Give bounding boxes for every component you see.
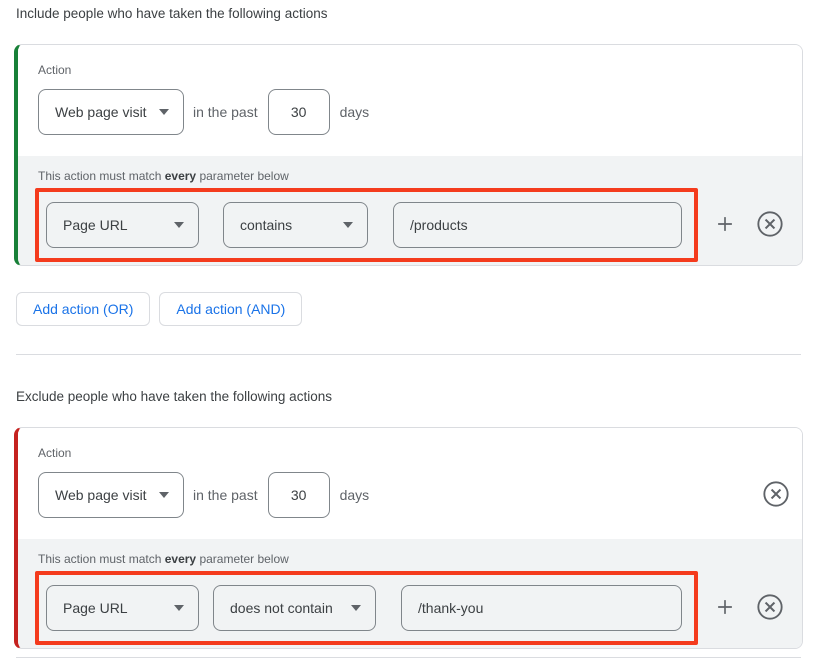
action-type-select[interactable]: Web page visit	[38, 472, 184, 518]
circle-x-icon	[756, 210, 784, 241]
chevron-down-icon	[343, 222, 353, 228]
include-parameter-section: This action must match every parameter b…	[18, 156, 802, 265]
action-label: Action	[38, 446, 782, 460]
exclude-action-card: Action Web page visit in the past days	[14, 427, 803, 649]
param-operator-value: contains	[240, 217, 292, 233]
section-divider	[16, 354, 801, 355]
action-type-select[interactable]: Web page visit	[38, 89, 184, 135]
days-label: days	[340, 104, 370, 120]
add-action-and-button[interactable]: Add action (AND)	[159, 292, 302, 326]
add-action-buttons: Add action (OR) Add action (AND)	[16, 292, 803, 326]
exclude-action-top: Action Web page visit in the past days	[18, 428, 802, 539]
param-operator-select[interactable]: contains	[223, 202, 368, 248]
match-every-text: This action must match every parameter b…	[38, 169, 792, 183]
include-parameter-row: Page URL contains	[35, 188, 792, 262]
param-field-select[interactable]: Page URL	[46, 585, 199, 631]
add-parameter-button[interactable]	[714, 213, 736, 238]
exclude-action-row: Web page visit in the past days	[38, 472, 782, 518]
chevron-down-icon	[174, 605, 184, 611]
param-value-input[interactable]	[401, 585, 682, 631]
audience-builder: Include people who have taken the follow…	[0, 0, 817, 658]
chevron-down-icon	[174, 222, 184, 228]
days-label: days	[340, 487, 370, 503]
in-the-past-label: in the past	[193, 104, 258, 120]
action-type-value: Web page visit	[55, 104, 147, 120]
days-input[interactable]	[268, 89, 330, 135]
param-field-select[interactable]: Page URL	[46, 202, 199, 248]
circle-x-icon	[756, 593, 784, 624]
match-every-text: This action must match every parameter b…	[38, 552, 792, 566]
circle-x-icon	[762, 480, 790, 511]
include-action-row: Web page visit in the past days	[38, 89, 782, 135]
remove-exclude-action-button[interactable]	[762, 480, 790, 511]
plus-icon	[714, 596, 736, 621]
bottom-divider	[16, 657, 801, 658]
remove-action-button[interactable]	[756, 593, 784, 624]
param-field-value: Page URL	[63, 217, 128, 233]
action-label: Action	[38, 63, 782, 77]
param-operator-value: does not contain	[230, 600, 333, 616]
in-the-past-label: in the past	[193, 487, 258, 503]
days-input[interactable]	[268, 472, 330, 518]
chevron-down-icon	[351, 605, 361, 611]
param-operator-select[interactable]: does not contain	[213, 585, 376, 631]
remove-action-button[interactable]	[756, 210, 784, 241]
include-section-header: Include people who have taken the follow…	[16, 6, 803, 21]
add-parameter-button[interactable]	[714, 596, 736, 621]
exclude-parameter-section: This action must match every parameter b…	[18, 539, 802, 648]
chevron-down-icon	[159, 109, 169, 115]
exclude-section-header: Exclude people who have taken the follow…	[16, 389, 803, 404]
annotation-highlight: Page URL contains	[35, 188, 698, 262]
chevron-down-icon	[159, 492, 169, 498]
annotation-highlight: Page URL does not contain	[35, 571, 698, 645]
include-action-card: Action Web page visit in the past days T…	[14, 44, 803, 266]
action-type-value: Web page visit	[55, 487, 147, 503]
include-action-top: Action Web page visit in the past days	[18, 45, 802, 156]
exclude-parameter-row: Page URL does not contain	[35, 571, 792, 645]
plus-icon	[714, 213, 736, 238]
add-action-or-button[interactable]: Add action (OR)	[16, 292, 150, 326]
param-field-value: Page URL	[63, 600, 128, 616]
param-value-input[interactable]	[393, 202, 682, 248]
